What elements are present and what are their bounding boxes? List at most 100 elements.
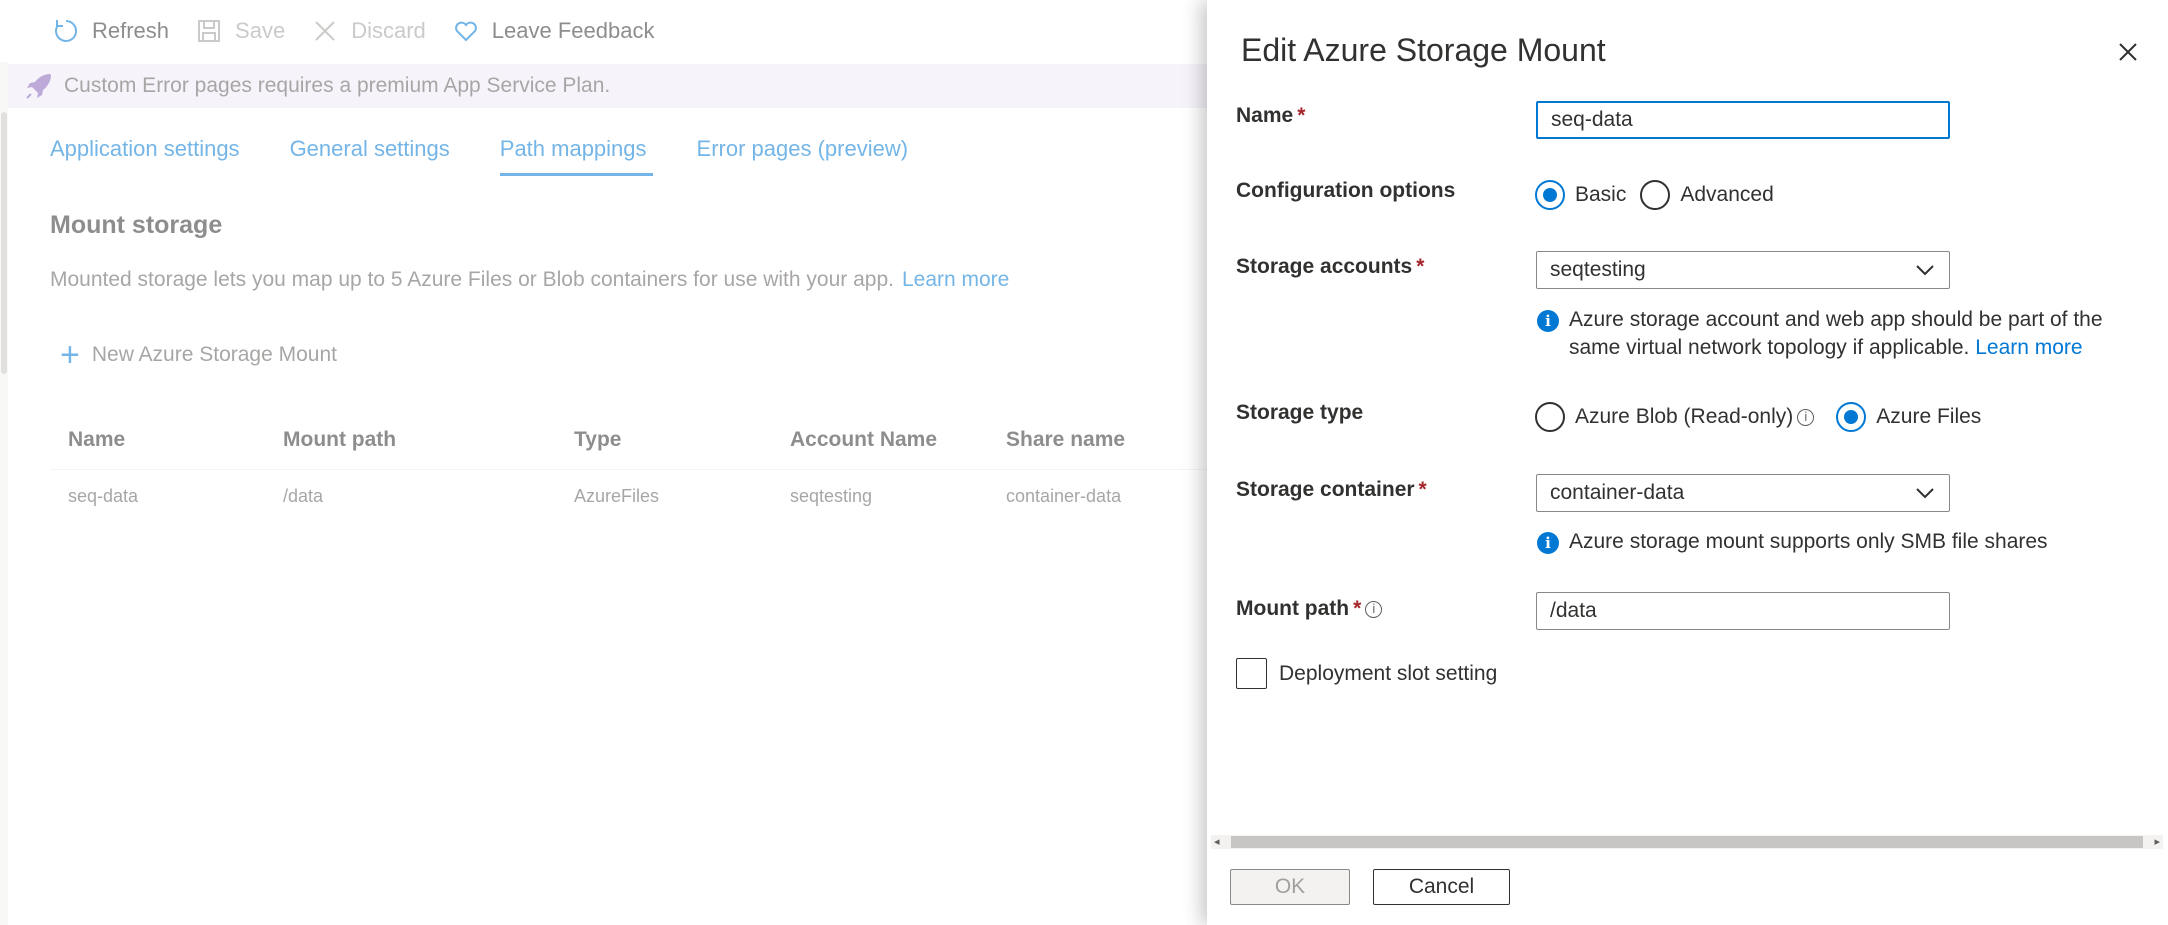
deployment-slot-label: Deployment slot setting (1279, 661, 1498, 685)
storage-accounts-value: seqtesting (1550, 258, 1646, 281)
radio-azure-files-circle[interactable] (1836, 402, 1867, 432)
tab-error-pages[interactable]: Error pages (preview) (697, 136, 909, 176)
save-label: Save (235, 18, 286, 43)
radio-azure-blob-label: Azure Blob (Read-only) (1575, 405, 1794, 428)
chevron-down-icon (1916, 488, 1934, 499)
storage-accounts-label-text: Storage accounts (1236, 255, 1413, 278)
radio-basic-label: Basic (1575, 183, 1627, 206)
name-label-text: Name (1236, 104, 1294, 127)
banner-text: Custom Error pages requires a premium Ap… (64, 74, 611, 97)
radio-basic[interactable]: Basic (1535, 180, 1626, 210)
radio-advanced-label: Advanced (1680, 183, 1774, 206)
radio-basic-circle[interactable] (1535, 180, 1565, 210)
column-header-share-name[interactable]: Share name (990, 428, 1210, 452)
radio-azure-blob-circle[interactable] (1535, 402, 1565, 432)
storage-accounts-note-body: Azure storage account and web app should… (1569, 306, 2147, 362)
storage-container-value: container-data (1550, 481, 1685, 504)
required-marker: * (1416, 255, 1425, 278)
storage-accounts-note: i Azure storage account and web app shou… (1537, 306, 2147, 362)
tab-application-settings[interactable]: Application settings (50, 136, 240, 176)
cell-mount-path: /data (283, 485, 324, 506)
column-header-type[interactable]: Type (558, 428, 774, 452)
storage-container-dropdown[interactable]: container-data (1536, 474, 1950, 512)
mounts-table: Name Mount path Type Account Name Share … (50, 410, 1210, 522)
command-bar: Refresh Save Discard Leave Feedback (0, 0, 1207, 62)
storage-container-note: i Azure storage mount supports only SMB … (1537, 528, 2147, 556)
save-icon (198, 20, 221, 42)
tab-path-mappings[interactable]: Path mappings (499, 136, 653, 176)
settings-tabs: Application settings General settings Pa… (50, 136, 958, 176)
discard-button[interactable]: Discard (311, 17, 426, 45)
storage-type-label: Storage type (1236, 401, 1364, 424)
name-input-value: seq-data (1551, 108, 1633, 131)
left-scrollbar[interactable] (0, 62, 8, 925)
save-button[interactable]: Save (195, 17, 285, 45)
scroll-right-arrow-icon[interactable]: ▸ (2154, 836, 2160, 848)
deployment-slot-checkbox[interactable] (1236, 658, 1267, 689)
refresh-button[interactable]: Refresh (52, 17, 169, 45)
radio-azure-blob[interactable]: Azure Blob (Read-only) i (1535, 402, 1815, 432)
edit-storage-mount-panel: Edit Azure Storage Mount Name * seq-data … (1207, 0, 2168, 925)
cancel-button[interactable]: Cancel (1373, 869, 1510, 905)
panel-title: Edit Azure Storage Mount (1241, 32, 1606, 68)
left-scrollbar-thumb[interactable] (1, 112, 7, 374)
radio-azure-files-label: Azure Files (1876, 405, 1982, 428)
storage-container-note-text: Azure storage mount supports only SMB fi… (1569, 530, 2048, 553)
cell-account-name: seqtesting (790, 485, 873, 506)
storage-accounts-learn-more-link[interactable]: Learn more (1975, 336, 2082, 359)
mount-description-text: Mounted storage lets you map up to 5 Azu… (50, 268, 894, 291)
info-circle-icon[interactable]: i (1797, 408, 1815, 426)
required-marker: * (1297, 104, 1306, 127)
storage-container-label: Storage container * (1236, 478, 1427, 502)
column-header-account-name[interactable]: Account Name (774, 428, 990, 452)
background-page: Refresh Save Discard Leave Feedback Cust… (0, 0, 1210, 925)
info-icon: i (1537, 310, 1559, 332)
configuration-options-label: Configuration options (1236, 179, 1456, 202)
refresh-label: Refresh (92, 18, 170, 43)
name-label: Name * (1236, 104, 1305, 128)
radio-advanced-circle[interactable] (1640, 180, 1671, 210)
info-icon: i (1537, 532, 1559, 554)
refresh-icon (55, 19, 78, 42)
storage-accounts-label: Storage accounts * (1236, 255, 1424, 279)
storage-accounts-dropdown[interactable]: seqtesting (1536, 251, 1950, 289)
new-storage-mount-label: New Azure Storage Mount (91, 343, 337, 366)
radio-advanced[interactable]: Advanced (1640, 180, 1774, 210)
premium-plan-banner: Custom Error pages requires a premium Ap… (8, 64, 1207, 108)
learn-more-link[interactable]: Learn more (902, 268, 1009, 291)
cell-type: AzureFiles (574, 485, 660, 506)
discard-icon (315, 21, 335, 41)
leave-feedback-label: Leave Feedback (491, 18, 655, 43)
plus-icon: + (60, 336, 80, 374)
mount-storage-description: Mounted storage lets you map up to 5 Azu… (50, 268, 1009, 292)
table-header: Name Mount path Type Account Name Share … (50, 410, 1210, 470)
rocket-icon (26, 74, 51, 99)
storage-container-label-text: Storage container (1236, 478, 1415, 501)
mount-storage-title: Mount storage (50, 211, 223, 239)
info-circle-icon[interactable]: i (1365, 600, 1383, 618)
column-header-mount-path[interactable]: Mount path (267, 428, 558, 452)
cell-name[interactable]: seq-data (50, 486, 267, 507)
deployment-slot-setting[interactable]: Deployment slot setting (1236, 658, 1497, 689)
cell-share-name: container-data (1006, 485, 1122, 506)
mount-path-label: Mount path * i (1236, 597, 1383, 621)
mount-path-value: /data (1550, 599, 1597, 622)
column-header-name[interactable]: Name (50, 428, 267, 452)
required-marker: * (1418, 478, 1427, 501)
tab-general-settings[interactable]: General settings (290, 136, 450, 176)
name-input[interactable]: seq-data (1536, 101, 1950, 139)
discard-label: Discard (351, 18, 426, 43)
radio-azure-files[interactable]: Azure Files (1836, 402, 1981, 432)
scroll-left-arrow-icon[interactable]: ◂ (1214, 836, 1220, 848)
new-storage-mount-button[interactable]: + New Azure Storage Mount (60, 338, 337, 372)
panel-scrollbar-thumb[interactable] (1231, 836, 2143, 848)
mount-path-input[interactable]: /data (1536, 592, 1950, 630)
chevron-down-icon (1916, 265, 1934, 276)
ok-button[interactable]: OK (1230, 869, 1350, 905)
configuration-options-radios: Basic Advanced (1535, 180, 1788, 210)
mount-path-label-text: Mount path (1236, 597, 1350, 620)
leave-feedback-button[interactable]: Leave Feedback (452, 17, 655, 45)
table-row[interactable]: seq-data /data AzureFiles seqtesting con… (50, 470, 1210, 522)
close-icon[interactable] (2114, 38, 2142, 66)
panel-horizontal-scrollbar[interactable]: ◂ ▸ (1211, 835, 2163, 849)
